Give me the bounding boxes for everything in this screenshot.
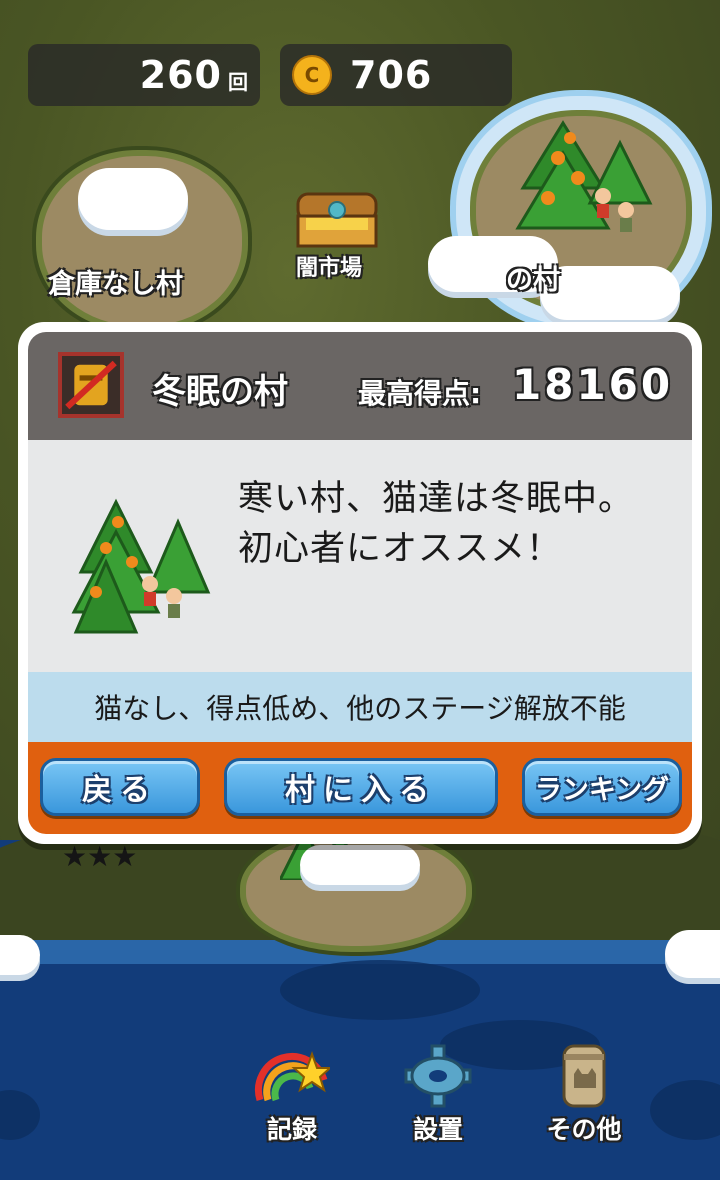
play-count-panel: 260 回 (28, 44, 260, 106)
black-market-label[interactable]: 闇市場 (296, 250, 362, 282)
cloud (78, 168, 188, 230)
rainbow-star-icon (254, 1051, 330, 1102)
best-score-label: 最高得点: (358, 377, 482, 410)
back-button[interactable]: 戻る (40, 758, 200, 816)
coin-icon: C (292, 55, 332, 95)
dialog-button-bar: 戻る 村に入る ランキング (28, 742, 692, 834)
best-score-value: 18160 (512, 360, 674, 409)
other-nav-label: その他 (546, 1115, 622, 1144)
winter-village-icon (71, 498, 211, 634)
village-rules-note: 猫なし、得点低め、他のステージ解放不能 (28, 672, 692, 742)
gear-icon (404, 1044, 472, 1108)
tree-cluster-icon (515, 120, 653, 232)
play-count-value: 260 (139, 53, 222, 97)
village-stars: ★★★ (62, 840, 138, 873)
dialog-title: 冬眠の村 (152, 372, 288, 412)
no-cat-badge-icon (58, 352, 124, 418)
dialog-header: 冬眠の村 最高得点: 18160 (28, 332, 692, 440)
cloud (0, 935, 40, 975)
cloud (300, 845, 420, 885)
treasure-chest-icon[interactable] (294, 190, 380, 248)
ranking-button[interactable]: ランキング (522, 758, 682, 816)
selected-village-label[interactable]: の村 (506, 258, 560, 297)
village-info-dialog: 冬眠の村 最高得点: 18160 寒い村、猫達は冬眠中。初心者にオススメ！ 猫な… (18, 322, 702, 844)
sea-shadow (280, 960, 480, 1020)
village-description: 寒い村、猫達は冬眠中。初心者にオススメ！ (238, 479, 635, 569)
cloud (665, 930, 720, 978)
other-nav-button[interactable]: その他 (524, 1040, 644, 1150)
home-village-label[interactable]: 倉庫なし村 (48, 262, 183, 301)
record-nav-label: 記録 (266, 1115, 317, 1144)
coin-panel: C 706 (280, 44, 512, 106)
dialog-body: 寒い村、猫達は冬眠中。初心者にオススメ！ (28, 440, 692, 672)
cat-jar-icon (562, 1044, 606, 1108)
settings-nav-label: 設置 (412, 1115, 463, 1144)
record-nav-button[interactable]: 記録 (232, 1040, 352, 1150)
play-count-unit: 回 (228, 69, 248, 94)
enter-village-button[interactable]: 村に入る (224, 758, 498, 816)
coin-count-value: 706 (350, 53, 433, 97)
settings-nav-button[interactable]: 設置 (378, 1040, 498, 1150)
cloud (540, 266, 680, 320)
